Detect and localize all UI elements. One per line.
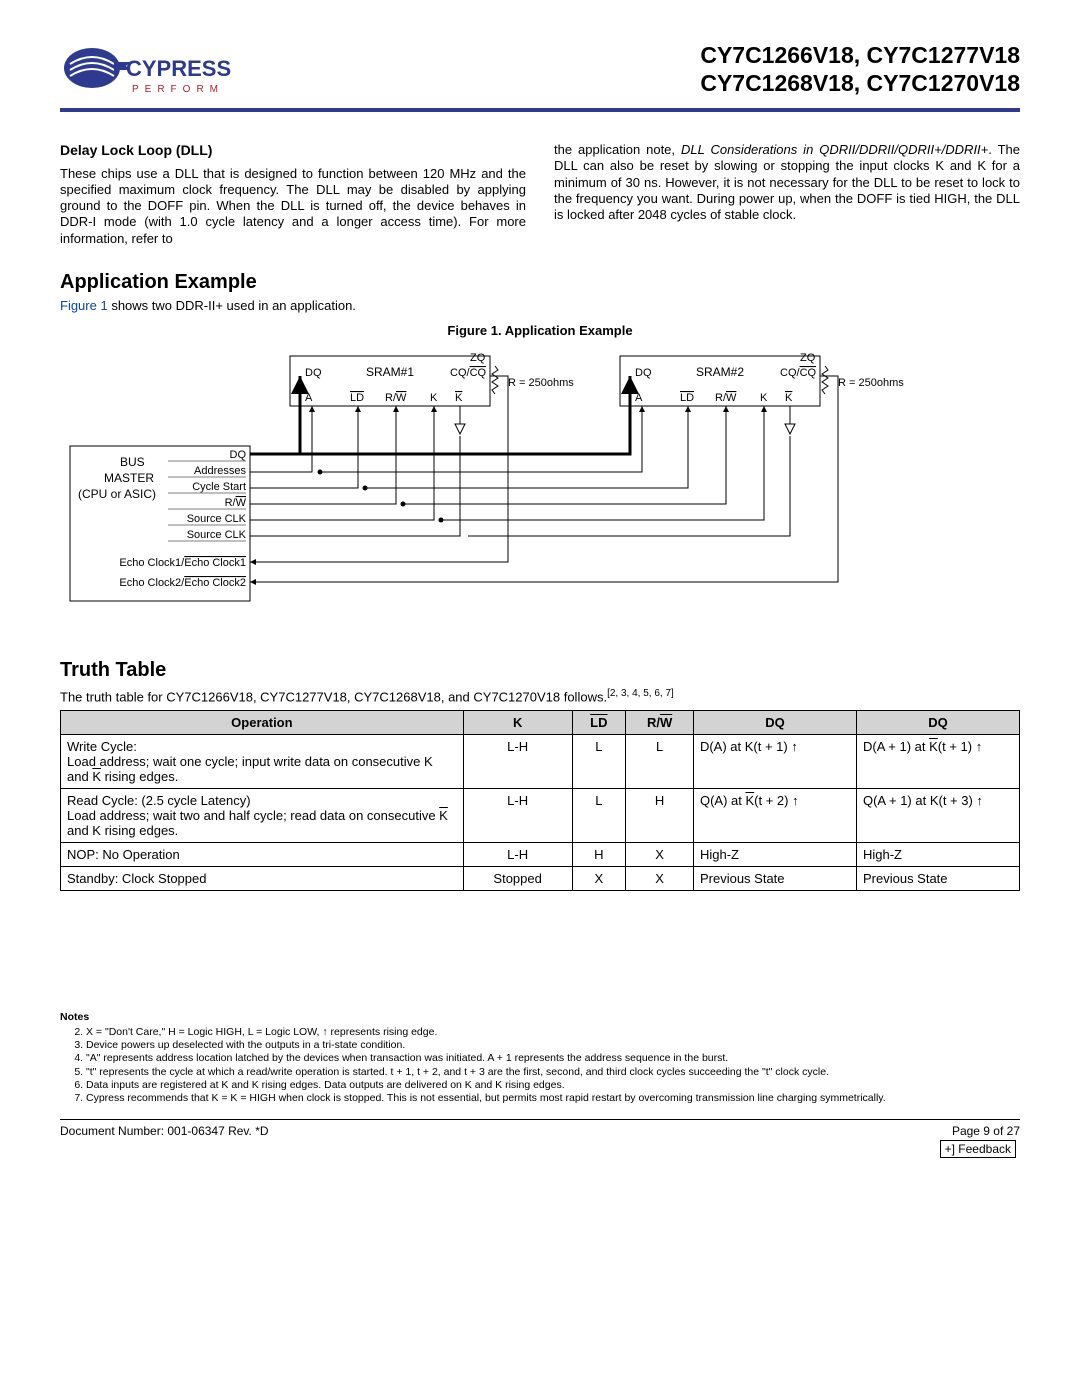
th-dq1: DQ — [693, 711, 856, 735]
svg-text:LD: LD — [680, 392, 694, 404]
th-ld: LD — [572, 711, 626, 735]
svg-text:K: K — [760, 392, 768, 404]
footer-pagenum: Page 9 of 27 — [952, 1124, 1020, 1138]
truth-intro-text: The truth table for CY7C1266V18, CY7C127… — [60, 689, 607, 704]
logo-text: CYPRESS — [126, 56, 231, 81]
cypress-logo-icon: CYPRESS PERFORM — [60, 40, 240, 100]
truth-table-intro: The truth table for CY7C1266V18, CY7C127… — [60, 688, 1020, 704]
table-row: Write Cycle: Load address; wait one cycl… — [61, 735, 1020, 789]
svg-text:R/W: R/W — [225, 497, 247, 509]
svg-text:K: K — [455, 392, 463, 404]
figure-caption: Figure 1. Application Example — [60, 323, 1020, 338]
svg-text:R/W: R/W — [715, 392, 737, 404]
svg-text:R/W: R/W — [385, 392, 407, 404]
note-item: Device powers up deselected with the out… — [86, 1039, 1020, 1052]
sram2-label: SRAM#2 — [696, 365, 744, 379]
svg-text:ZQ: ZQ — [800, 352, 816, 364]
feedback-button[interactable]: +] Feedback — [940, 1140, 1016, 1158]
svg-text:A: A — [635, 392, 643, 404]
note-item: X = "Don't Care," H = Logic HIGH, L = Lo… — [86, 1026, 1020, 1039]
note-item: "t" represents the cycle at which a read… — [86, 1066, 1020, 1079]
svg-text:Echo Clock2/Echo Clock2: Echo Clock2/Echo Clock2 — [119, 577, 246, 589]
table-row: NOP: No Operation L-H H X High-Z High-Z — [61, 843, 1020, 867]
dll-text-col2a: the application note, — [554, 142, 681, 157]
svg-text:ZQ: ZQ — [470, 352, 486, 364]
th-k: K — [463, 711, 572, 735]
svg-text:(CPU or ASIC): (CPU or ASIC) — [78, 487, 156, 501]
svg-text:DQ: DQ — [635, 367, 652, 379]
note-item: "A" represents address location latched … — [86, 1052, 1020, 1065]
app-intro-text: shows two DDR-II+ used in an application… — [108, 298, 356, 313]
footer: Document Number: 001-06347 Rev. *D Page … — [60, 1119, 1020, 1138]
th-operation: Operation — [61, 711, 464, 735]
figure-link[interactable]: Figure 1 — [60, 298, 108, 313]
table-row: Read Cycle: (2.5 cycle Latency) Load add… — [61, 789, 1020, 843]
svg-text:Source CLK: Source CLK — [187, 513, 247, 525]
svg-text:DQ: DQ — [230, 449, 247, 461]
parts-line-1: CY7C1266V18, CY7C1277V18 — [700, 42, 1020, 70]
svg-text:BUS: BUS — [120, 455, 145, 469]
sram1-label: SRAM#1 — [366, 365, 414, 379]
svg-text:Source CLK: Source CLK — [187, 529, 247, 541]
app-example-intro: Figure 1 shows two DDR-II+ used in an ap… — [60, 298, 1020, 313]
dll-columns: Delay Lock Loop (DLL) These chips use a … — [60, 142, 1020, 247]
svg-text:R = 250ohms: R = 250ohms — [838, 377, 904, 389]
svg-text:Echo Clock1/Echo Clock1: Echo Clock1/Echo Clock1 — [119, 557, 246, 569]
truth-table: Operation K LD R/W DQ DQ Write Cycle: Lo… — [60, 710, 1020, 891]
dll-text-ital: DLL Considerations in QDRII/DDRII/QDRII+… — [681, 142, 988, 157]
dll-text-col1: These chips use a DLL that is designed t… — [60, 166, 526, 247]
svg-text:CQ/CQ: CQ/CQ — [450, 367, 487, 379]
svg-text:Addresses: Addresses — [194, 465, 246, 477]
th-rw: R/W — [626, 711, 694, 735]
th-dq2: DQ — [856, 711, 1019, 735]
svg-text:MASTER: MASTER — [104, 471, 154, 485]
logo-subtext: PERFORM — [132, 84, 224, 95]
logo: CYPRESS PERFORM — [60, 40, 240, 100]
footer-docnum: Document Number: 001-06347 Rev. *D — [60, 1124, 269, 1138]
notes-title: Notes — [60, 1011, 1020, 1024]
note-item: Data inputs are registered at K and K ri… — [86, 1079, 1020, 1092]
svg-text:R = 250ohms: R = 250ohms — [508, 377, 574, 389]
svg-text:K: K — [430, 392, 438, 404]
truth-table-title: Truth Table — [60, 659, 1020, 682]
svg-text:A: A — [305, 392, 313, 404]
app-example-title: Application Example — [60, 271, 1020, 294]
header-bar: CYPRESS PERFORM CY7C1266V18, CY7C1277V18… — [60, 40, 1020, 112]
svg-text:LD: LD — [350, 392, 364, 404]
note-item: Cypress recommends that K = K = HIGH whe… — [86, 1092, 1020, 1105]
application-diagram: SRAM#1 DQ A LD R/W K K CQ/CQ ZQ R = 250o… — [60, 346, 1020, 606]
table-row: Standby: Clock Stopped Stopped X X Previ… — [61, 867, 1020, 891]
truth-intro-refs: [2, 3, 4, 5, 6, 7] — [607, 688, 674, 699]
notes-block: Notes X = "Don't Care," H = Logic HIGH, … — [60, 1011, 1020, 1105]
part-numbers: CY7C1266V18, CY7C1277V18 CY7C1268V18, CY… — [700, 42, 1020, 97]
svg-text:Cycle Start: Cycle Start — [192, 481, 246, 493]
dll-title: Delay Lock Loop (DLL) — [60, 142, 526, 160]
svg-text:CQ/CQ: CQ/CQ — [780, 367, 817, 379]
svg-text:K: K — [785, 392, 793, 404]
parts-line-2: CY7C1268V18, CY7C1270V18 — [700, 70, 1020, 98]
svg-text:DQ: DQ — [305, 367, 322, 379]
